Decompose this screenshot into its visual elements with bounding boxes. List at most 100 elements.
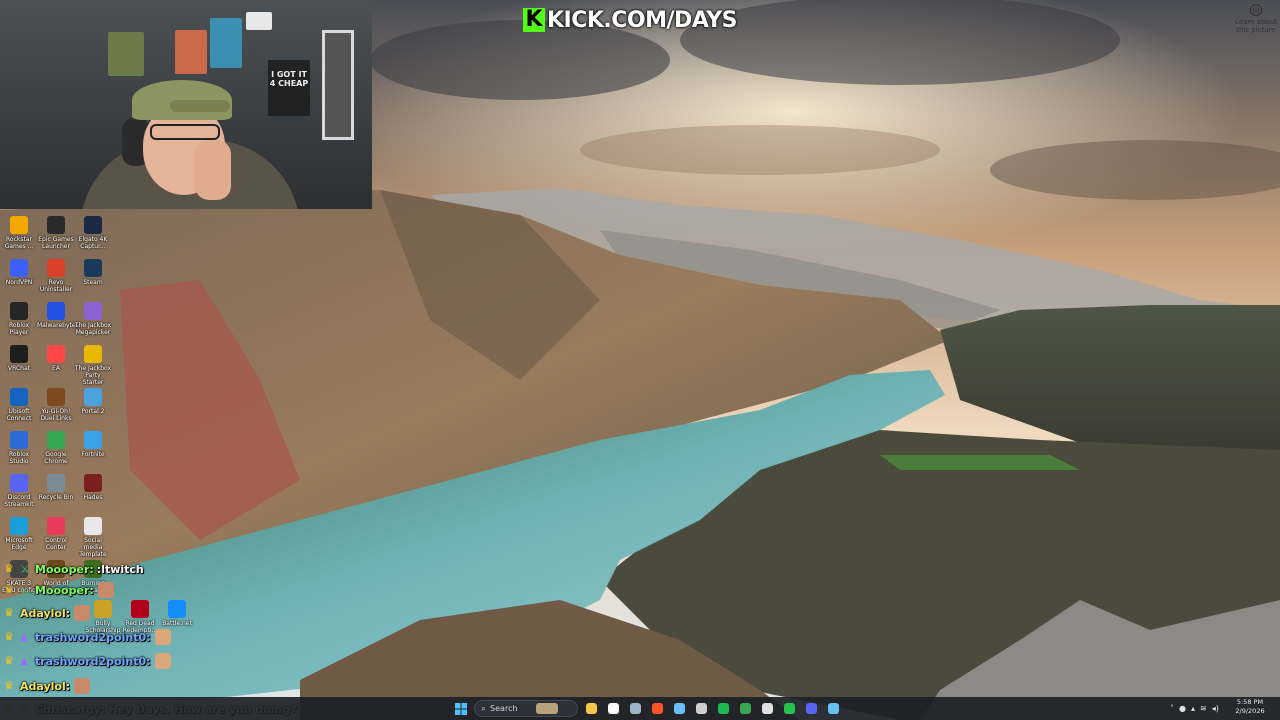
chat-separator: : — [65, 606, 71, 620]
desktop-icon-label: Ubisoft Connect — [6, 408, 32, 422]
vrchat-icon — [10, 345, 28, 363]
search-placeholder: Search — [490, 704, 518, 713]
bully-icon — [94, 600, 112, 618]
malwarebytes-icon — [47, 302, 65, 320]
taskbar-app-button[interactable] — [582, 700, 600, 718]
start-button[interactable] — [452, 700, 470, 718]
poster — [210, 18, 242, 68]
microphone-icon[interactable]: ● — [1179, 704, 1186, 713]
network-icon[interactable]: ▴ — [1191, 704, 1195, 713]
desktop-icon[interactable]: Hades — [74, 474, 112, 501]
subscriber-badge-icon: ▲ — [20, 655, 28, 667]
desktop-icon[interactable]: Roblox Player — [0, 302, 38, 336]
windows-icon — [455, 702, 467, 715]
taskbar-app-button[interactable] — [604, 700, 622, 718]
desktop-icon[interactable]: Google Chrome — [37, 431, 75, 465]
taskbar: ⌕ Search ˄ ● ▴ ≋ ◂) 5:58 PM 2/9/2026 — [0, 697, 1280, 720]
desktop-icon-label: Epic Games Launcher — [38, 236, 74, 250]
desktop-icon-label: Battle.net — [162, 620, 192, 627]
desktop-icon-label: NordVPN — [5, 279, 33, 286]
roblox-icon — [10, 302, 28, 320]
nordvpn-icon — [10, 259, 28, 277]
desktop-icon-label: Discord Streamkit — [4, 494, 34, 508]
taskbar-app-button[interactable] — [714, 700, 732, 718]
desktop-icon[interactable]: Elgato 4K Captur... — [74, 216, 112, 250]
desktop-icon[interactable]: Epic Games Launcher — [37, 216, 75, 250]
desktop-icon[interactable]: The Jackbox Megapicker — [74, 302, 112, 336]
desktop-icon-label: EA — [52, 365, 60, 372]
webcam-overlay: I GOT IT 4 CHEAP — [0, 0, 372, 209]
desktop-icon[interactable]: The Jackbox Party Starter — [74, 345, 112, 386]
desktop-icon-label: Revo Uninstaller — [39, 279, 73, 293]
elgato-icon — [84, 216, 102, 234]
desktop-icon[interactable]: Battle.net — [158, 600, 196, 627]
learn-about-picture[interactable]: ◎ Learn about this picture — [1234, 4, 1278, 34]
desktop-icon-label: Malwarebytes — [37, 322, 79, 329]
desktop-icon[interactable]: Microsoft Edge — [0, 517, 38, 551]
document-icon — [84, 517, 102, 535]
face-emote — [97, 582, 114, 598]
desktop-icon-label: Fortnite — [81, 451, 105, 458]
face-emote — [74, 678, 91, 694]
desktop-icon-label: The Jackbox Party Starter — [74, 365, 112, 386]
desktop-icon[interactable]: Roblox Studio — [0, 431, 38, 465]
taskbar-app-button[interactable] — [692, 700, 710, 718]
volume-icon[interactable]: ◂) — [1212, 704, 1219, 713]
desktop-icon[interactable]: VRChat — [0, 345, 38, 372]
desktop-icon[interactable]: Rockstar Games ... — [0, 216, 38, 250]
taskbar-app-button[interactable] — [824, 700, 842, 718]
jackbox-party-icon — [84, 345, 102, 363]
taskbar-app-button[interactable] — [802, 700, 820, 718]
desktop-icon-label: Rockstar Games ... — [4, 236, 34, 250]
taskbar-app-button[interactable] — [648, 700, 666, 718]
discord-icon — [10, 474, 28, 492]
desktop-icon[interactable]: Yu-Gi-Oh! Duel Links — [37, 388, 75, 422]
taskbar-app-button[interactable] — [758, 700, 776, 718]
file-explorer-icon — [585, 703, 597, 714]
taskbar-center: ⌕ Search — [452, 699, 842, 718]
desktop-icon[interactable]: Ubisoft Connect — [0, 388, 38, 422]
taskbar-clock[interactable]: 5:58 PM 2/9/2026 — [1230, 698, 1270, 716]
learn-about-label: Learn about this picture — [1235, 18, 1277, 34]
desktop-icon[interactable]: NordVPN — [0, 259, 38, 286]
kick-url-text: KICK.COM/DAYS — [547, 7, 738, 33]
sword-badge-icon: ⚔ — [20, 583, 30, 597]
glasses — [150, 124, 220, 140]
search-icon: ⌕ — [481, 703, 487, 714]
chat-message: ♛ ⚔ Moooper: — [4, 581, 114, 599]
taskbar-app-button[interactable] — [626, 700, 644, 718]
chat-message: ♛ Adaylol: — [4, 604, 91, 622]
desktop-icon[interactable]: Portal 2 — [74, 388, 112, 415]
chat-text: :ltwitch — [96, 562, 144, 576]
camera-icon: ◎ — [1250, 4, 1262, 16]
chat-message: ♛ Adaylol: — [4, 677, 91, 695]
chat-username: trashword2point0 — [35, 654, 147, 668]
taskbar-search[interactable]: ⌕ Search — [474, 700, 578, 717]
taskbar-app-button[interactable] — [670, 700, 688, 718]
desktop-icon[interactable]: Recycle Bin — [37, 474, 75, 501]
taskbar-app-button[interactable] — [780, 700, 798, 718]
revo-uninstaller-icon — [47, 259, 65, 277]
desktop-icon[interactable]: Revo Uninstaller — [37, 259, 75, 293]
wifi-icon[interactable]: ≋ — [1200, 704, 1207, 713]
chat-username: Adaylol — [20, 679, 66, 693]
chevron-up-icon[interactable]: ˄ — [1170, 704, 1174, 713]
chat-message: ♛ ▲ trashword2point0: — [4, 652, 171, 670]
desktop-icon[interactable]: Malwarebytes — [37, 302, 79, 329]
desktop-icon-label: Google Chrome — [44, 451, 68, 465]
taskbar-apps — [582, 700, 842, 718]
desktop-icon[interactable]: Steam — [74, 259, 112, 286]
discord-icon — [805, 703, 817, 714]
yugioh-icon — [47, 388, 65, 406]
taskbar-app-button[interactable] — [736, 700, 754, 718]
desktop-icon-label: Portal 2 — [81, 408, 105, 415]
desktop-icon[interactable]: Control Center — [37, 517, 75, 551]
desktop-icon[interactable]: Social media Template — [74, 517, 112, 558]
desktop-icon[interactable]: Fortnite — [74, 431, 112, 458]
jackbox-icon — [84, 302, 102, 320]
hades-icon — [84, 474, 102, 492]
chrome-icon — [739, 703, 751, 714]
desktop-icon[interactable]: Discord Streamkit — [0, 474, 38, 508]
crown-badge-icon: ♛ — [4, 562, 14, 575]
desktop-icon[interactable]: EA — [37, 345, 75, 372]
